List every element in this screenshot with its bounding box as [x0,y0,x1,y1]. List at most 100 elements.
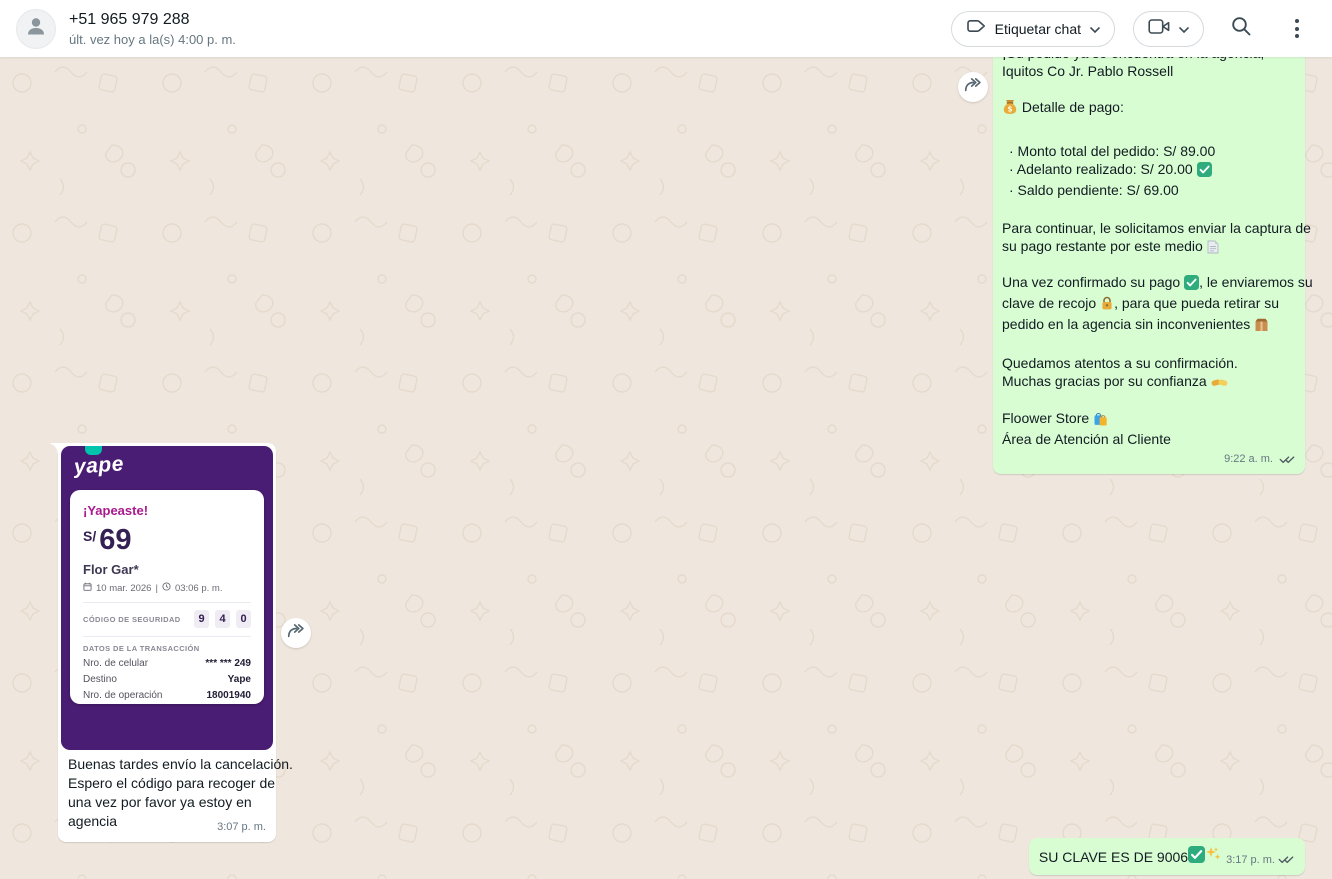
tag-icon [966,18,986,39]
yape-receipt-image[interactable]: yape ¡Yapeaste! S/ 69 Flor Gar* 10 mar. … [61,446,273,750]
transaction-data-label: DATOS DE LA TRANSACCIÓN [83,644,200,653]
message-line-text: clave de recojo [1002,295,1097,311]
svg-text:$: $ [1007,104,1012,113]
moneybag-icon: $ [1002,99,1018,119]
bullet-advance: · Adelanto realizado: S/ 20.00 [1002,160,1296,181]
whatsapp-chat-window: +51 965 979 288 últ. vez hoy a la(s) 4:0… [0,0,1332,879]
label-chat-text: Etiquetar chat [994,20,1081,37]
check-icon [1188,845,1206,868]
contact-name: +51 965 979 288 [69,10,190,28]
bullet-advance-text: · Adelanto realizado: S/ 20.00 [1009,161,1193,177]
message-time: 3:07 p. m. [217,821,266,833]
signature-line: Floower Store [1002,409,1296,430]
message-payment-info: ¡Su pedido ya se encuentra en la agencia… [993,57,1313,474]
caption-line: Buenas tardes envío la cancelación. [68,756,293,772]
message-line-text: su pago restante por este medio [1002,238,1203,254]
message-line-text: , para que pueda retirar su [1114,295,1280,311]
security-digit: 0 [236,610,251,628]
message-yape-receipt: yape ¡Yapeaste! S/ 69 Flor Gar* 10 mar. … [50,443,293,842]
yape-receipt-card: ¡Yapeaste! S/ 69 Flor Gar* 10 mar. 2026 [70,490,264,704]
transaction-date: 10 mar. 2026 [96,582,152,594]
message-line-text: , le enviaremos su [1199,274,1313,290]
row-label: Nro. de operación [83,690,163,701]
separator: | [155,582,158,594]
security-code-row: CÓDIGO DE SEGURIDAD 9 4 0 [83,610,251,628]
message-caption: Buenas tardes envío la cancelación. Espe… [61,750,293,839]
bubble-tail [50,443,58,456]
yape-logo: yape [73,452,125,479]
caption-line: Espero el código para recoger de [68,775,276,791]
amount-value: 69 [99,524,132,556]
security-code-digits: 9 4 0 [194,610,251,628]
forward-message-button[interactable] [281,618,311,648]
message-line-text: Una vez confirmado su pago [1002,274,1181,290]
double-check-icon [1278,851,1295,869]
transaction-datetime: 10 mar. 2026 | 03:06 p. m. [83,582,251,594]
transaction-row: Destino Yape [83,674,251,685]
transaction-row: Nro. de operación 18001940 [83,690,251,701]
person-icon [24,14,48,43]
row-label: Nro. de celular [83,658,149,669]
store-name: Floower Store [1002,410,1090,426]
video-call-icon [1148,18,1170,40]
message-line: Muchas gracias por su confianza [1002,372,1296,393]
message-time: 3:17 p. m. [1226,853,1275,866]
handshake-icon [1211,375,1228,393]
message-text: SU CLAVE ES DE 9006 [1038,848,1189,865]
message-line-text: pedido en la agencia sin inconvenientes [1002,316,1251,332]
row-value: Yape [227,674,251,685]
payment-heading-text: Detalle de pago: [1021,99,1124,115]
forward-icon [963,77,983,97]
security-digit: 9 [194,610,209,628]
message-line: Iquitos Co Jr. Pablo Rossell [1002,63,1174,79]
payment-heading: $ Detalle de pago: [1002,98,1296,119]
security-digit: 4 [215,610,230,628]
chevron-down-icon [1178,20,1190,38]
divider [83,602,251,603]
bullet-balance: · Saldo pendiente: S/ 69.00 [1009,182,1179,198]
page-icon [1207,240,1219,258]
message-pickup-key: SU CLAVE ES DE 9006 3:17 p. m. [1028,838,1305,875]
sparkles-icon [1205,846,1221,867]
shopping-bags-icon [1093,411,1108,430]
contact-info[interactable]: +51 965 979 288 últ. vez hoy a la(s) 4:0… [69,10,236,48]
message-line: Quedamos atentos a su confirmación. [1002,355,1238,371]
yape-amount: S/ 69 [83,525,251,555]
label-chat-button[interactable]: Etiquetar chat [950,10,1115,47]
calendar-icon [83,582,92,594]
last-seen-status: últ. vez hoy a la(s) 4:00 p. m. [69,31,236,47]
forward-message-button[interactable] [958,72,988,102]
chat-header: +51 965 979 288 últ. vez hoy a la(s) 4:0… [0,0,1332,57]
video-call-button[interactable] [1133,10,1204,47]
kebab-menu-icon [1295,19,1299,38]
transaction-row: Nro. de celular *** *** 249 [83,658,251,669]
signature-line: Área de Atención al Cliente [1002,431,1171,447]
message-line: Para continuar, le solicitamos enviar la… [1002,220,1311,236]
yape-receipt-title: ¡Yapeaste! [83,503,149,518]
divider [83,636,251,637]
message-line-text: Muchas gracias por su confianza [1002,373,1207,389]
clock-icon [162,582,171,594]
lock-icon [1100,296,1114,315]
check-icon [1184,275,1200,294]
forward-icon [286,623,306,643]
bullet-total: · Monto total del pedido: S/ 89.00 [1009,143,1216,159]
row-value: *** *** 249 [205,658,251,669]
chevron-down-icon [1089,20,1101,38]
recipient-name: Flor Gar* [83,562,139,577]
double-check-icon [1279,451,1296,467]
currency-symbol: S/ [83,528,97,544]
header-actions: Etiquetar chat [950,10,1316,48]
contact-avatar[interactable] [16,8,56,49]
row-value: 18001940 [206,690,252,701]
message-line: clave de recojo , para que pueda retirar… [1002,294,1296,315]
search-button[interactable] [1222,10,1260,48]
package-icon [1254,318,1269,336]
search-icon [1230,15,1252,42]
message-meta: 9:22 a. m. [1002,451,1296,466]
menu-button[interactable] [1278,10,1316,48]
message-line: su pago restante por este medio [1002,237,1296,258]
message-line: Una vez confirmado su pago , le enviarem… [1002,273,1313,294]
caption-line: una vez por favor ya estoy en [68,794,252,810]
message-line: pedido en la agencia sin inconvenientes [1002,315,1296,336]
